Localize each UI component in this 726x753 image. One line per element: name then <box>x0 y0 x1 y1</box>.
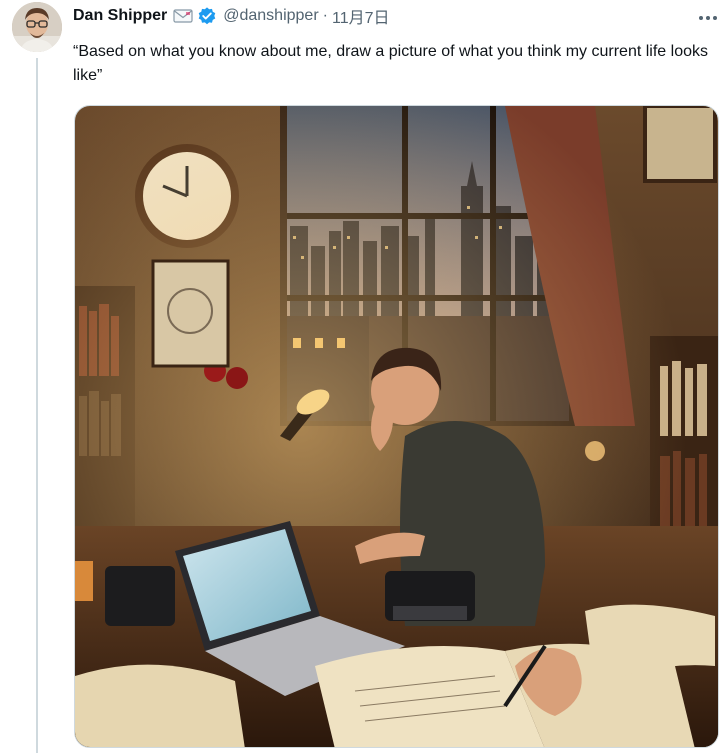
tweet-text: “Based on what you know about me, draw a… <box>73 43 708 84</box>
author-handle[interactable]: @danshipper <box>223 7 318 25</box>
author-name[interactable]: Dan Shipper <box>73 7 167 25</box>
illustration <box>75 106 718 747</box>
more-horizontal-icon <box>699 16 717 20</box>
more-options-button[interactable] <box>694 6 722 30</box>
avatar[interactable] <box>12 2 62 52</box>
thread-line <box>36 58 38 753</box>
tweet-date[interactable]: 11月7日 <box>332 4 390 28</box>
separator-dot: · <box>322 7 328 24</box>
verified-badge-icon <box>197 6 217 26</box>
tweet-header: Dan Shipper @danshipper · 11月7日 <box>73 4 390 28</box>
avatar-image <box>12 2 62 52</box>
tweet-media-image[interactable] <box>74 105 719 748</box>
envelope-icon <box>173 8 193 24</box>
